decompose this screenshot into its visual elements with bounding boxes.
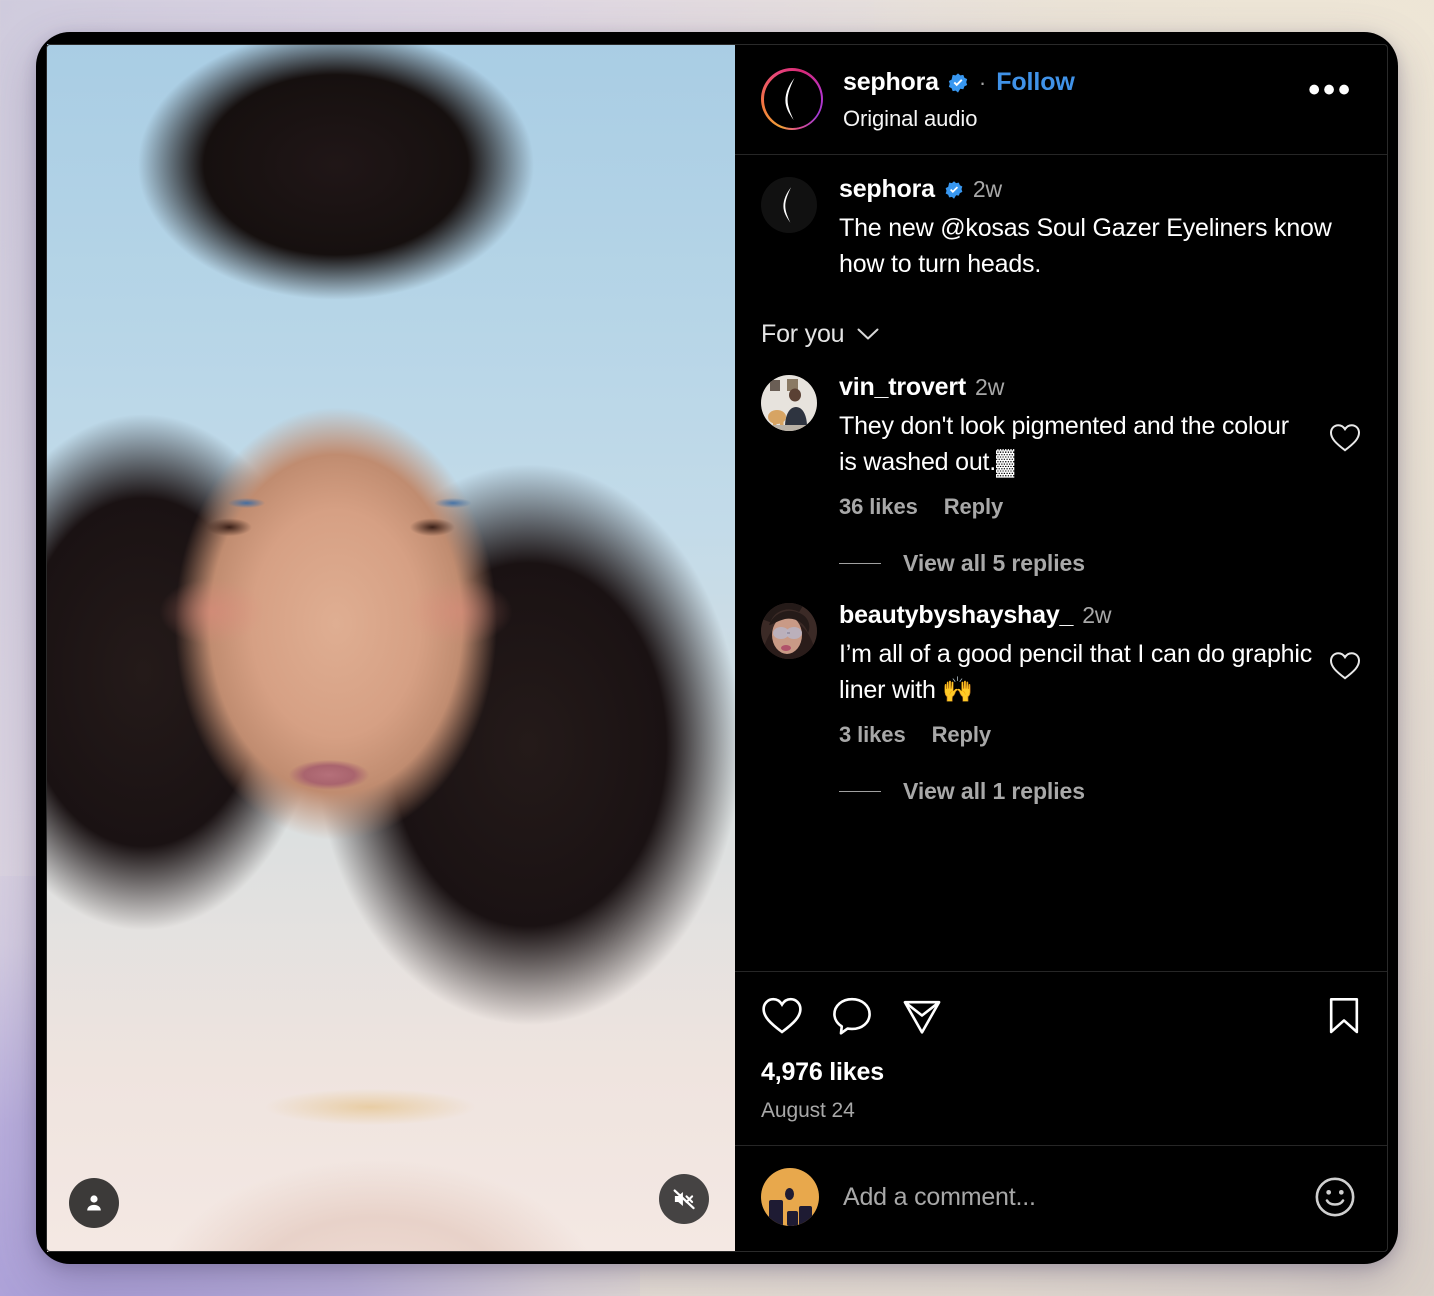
commenter-username[interactable]: vin_trovert (839, 375, 966, 400)
caption-identity-line: sephora 2w (839, 177, 1361, 202)
save-post-button[interactable] (1327, 996, 1361, 1036)
avatar-shape-4 (785, 1188, 794, 1200)
caption-timestamp: 2w (972, 176, 1003, 202)
comment-body: beautybyshayshay_ 2w I’m all of a good p… (839, 603, 1313, 748)
view-replies-label: View all 1 replies (903, 778, 1085, 804)
comment-timestamp: 2w (975, 374, 1005, 400)
view-replies-button[interactable]: View all 1 replies (839, 778, 1361, 805)
mute-toggle-button[interactable] (659, 1174, 709, 1224)
avatar-shape-3 (799, 1206, 812, 1226)
comment-likes-count[interactable]: 36 likes (839, 494, 918, 520)
comment-bubble-icon (833, 997, 871, 1035)
commenter-username[interactable]: beautybyshayshay_ (839, 603, 1073, 628)
post-header-identity-line: sephora · Follow (843, 70, 1308, 95)
comment-like-button[interactable] (1313, 375, 1361, 453)
action-icon-row (761, 996, 1361, 1036)
caption-username[interactable]: sephora (839, 177, 935, 202)
post-media-video[interactable] (47, 44, 735, 1252)
person-tag-icon (87, 1195, 101, 1211)
comment-identity-line: beautybyshayshay_ 2w (839, 603, 1313, 628)
comment-likes-count[interactable]: 3 likes (839, 722, 906, 748)
smiley-face-icon (1315, 1177, 1355, 1217)
sephora-flame-logo-icon (783, 187, 792, 223)
more-options-button[interactable]: ••• (1308, 68, 1361, 107)
share-post-button[interactable] (901, 996, 943, 1036)
share-paperplane-icon (903, 1000, 941, 1034)
verified-badge-icon (945, 180, 963, 199)
bookmark-icon (1329, 997, 1359, 1034)
comments-scroll-area[interactable]: sephora 2w The new @kosas Soul Gazer Eye… (735, 155, 1387, 971)
sephora-flame-logo-icon (785, 78, 795, 120)
person-tag-button[interactable] (69, 1178, 119, 1228)
caption-avatar[interactable] (761, 177, 817, 233)
comment-identity-line: vin_trovert 2w (839, 375, 1313, 400)
replies-line (839, 791, 881, 792)
comment-post-button[interactable] (831, 996, 873, 1036)
comment-reply-button[interactable]: Reply (944, 494, 1004, 520)
comment-content: beautybyshayshay_ 2w I’m all of a good p… (761, 603, 1313, 748)
speaker-muted-icon (673, 1189, 695, 1210)
author-avatar-story-ring[interactable] (761, 68, 823, 130)
avatar-shape-2 (787, 1211, 798, 1226)
header-separator-dot: · (978, 69, 987, 95)
follow-button[interactable]: Follow (996, 70, 1075, 95)
comment-item: beautybyshayshay_ 2w I’m all of a good p… (761, 603, 1361, 748)
comment-filter-dropdown[interactable]: For you (761, 320, 1361, 349)
commenter-avatar[interactable] (761, 603, 817, 659)
comment-meta: 3 likes Reply (839, 722, 1313, 748)
post-date: August 24 (761, 1099, 855, 1122)
chevron-down-icon (857, 328, 879, 340)
view-replies-button[interactable]: View all 5 replies (839, 550, 1361, 577)
comment-reply-button[interactable]: Reply (932, 722, 992, 748)
instagram-post-card: sephora · Follow Original audio ••• seph… (36, 32, 1398, 1264)
verified-badge-icon (948, 72, 968, 93)
post-actions: 4,976 likes August 24 (735, 972, 1387, 1145)
post-caption: sephora 2w The new @kosas Soul Gazer Eye… (761, 177, 1361, 282)
comment-filter-label: For you (761, 320, 845, 348)
add-comment-bar (735, 1146, 1387, 1252)
post-header-text: sephora · Follow Original audio (843, 68, 1308, 132)
comment-text: I’m all of a good pencil that I can do g… (839, 640, 1313, 704)
avatar (763, 70, 821, 128)
caption-text: The new @kosas Soul Gazer Eyeliners know… (839, 214, 1332, 278)
post-likes-count[interactable]: 4,976 likes (761, 1058, 1361, 1087)
heart-icon (762, 997, 802, 1034)
comment-like-button[interactable] (1313, 603, 1361, 681)
video-frame-image (47, 44, 735, 1252)
heart-icon (1329, 652, 1361, 680)
caption-body: sephora 2w The new @kosas Soul Gazer Eye… (839, 177, 1361, 282)
comment-item: vin_trovert 2w They don't look pigmented… (761, 375, 1361, 520)
comment-text: They don't look pigmented and the colour… (839, 412, 1289, 476)
audio-label[interactable]: Original audio (843, 106, 1308, 132)
comment-content: vin_trovert 2w They don't look pigmented… (761, 375, 1313, 520)
comment-body: vin_trovert 2w They don't look pigmented… (839, 375, 1313, 520)
post-header: sephora · Follow Original audio ••• (735, 44, 1387, 154)
my-avatar[interactable] (761, 1168, 819, 1226)
view-replies-label: View all 5 replies (903, 550, 1085, 576)
emoji-picker-button[interactable] (1313, 1175, 1361, 1219)
commenter-avatar[interactable] (761, 375, 817, 431)
like-post-button[interactable] (761, 996, 803, 1036)
add-comment-input[interactable] (843, 1182, 1289, 1212)
author-username[interactable]: sephora (843, 70, 939, 95)
heart-icon (1329, 424, 1361, 452)
comment-meta: 36 likes Reply (839, 494, 1313, 520)
avatar-shape-1 (769, 1200, 783, 1226)
user-avatar-photo-icon (761, 375, 817, 431)
user-avatar-photo-icon (761, 603, 817, 659)
post-details-panel: sephora · Follow Original audio ••• seph… (735, 44, 1387, 1252)
replies-line (839, 563, 881, 564)
comment-timestamp: 2w (1082, 602, 1112, 628)
